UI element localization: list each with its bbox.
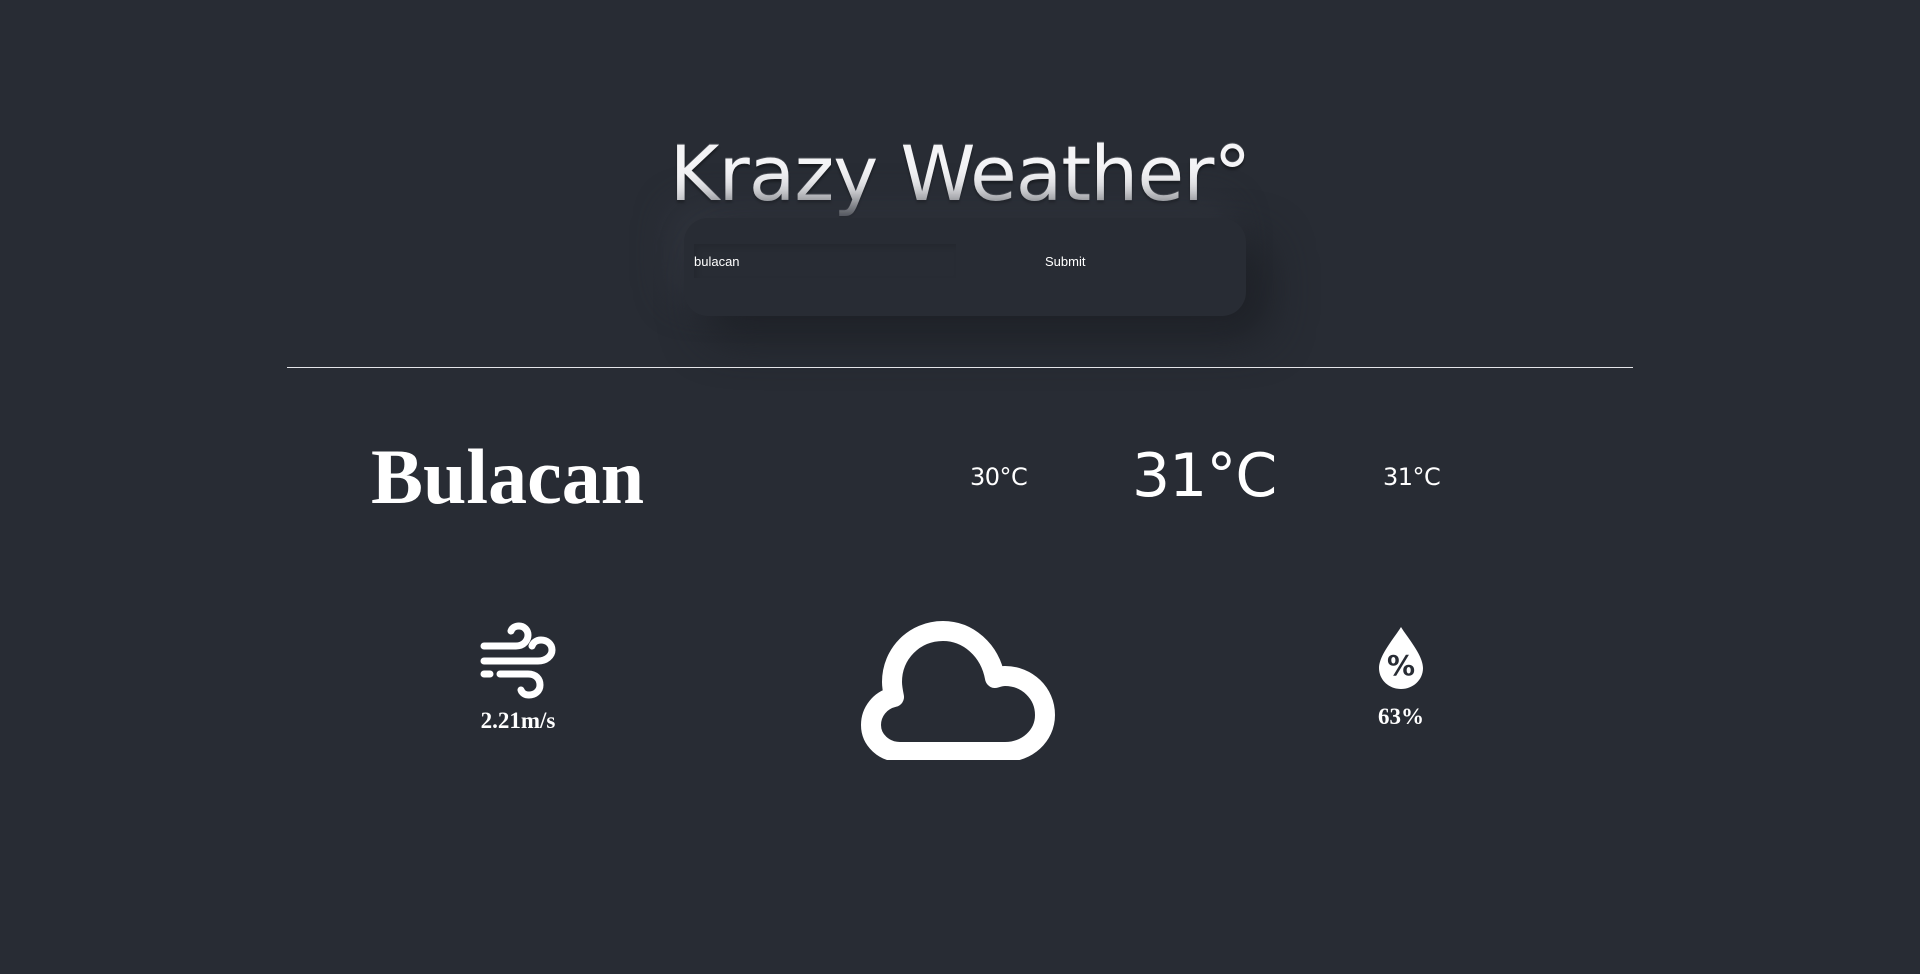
submit-button[interactable]: Submit (974, 244, 1236, 278)
wind-speed-value: 2.21m/s (480, 708, 556, 733)
search-form: Submit (684, 218, 1246, 316)
section-divider (287, 367, 1633, 368)
cloud-icon (861, 621, 1055, 760)
app-title: Krazy Weather° (669, 128, 1252, 218)
wind-icon (480, 622, 556, 699)
temp-min: 30°C (970, 463, 1028, 491)
temp-max: 31°C (1383, 463, 1441, 491)
city-search-input[interactable] (694, 244, 956, 278)
city-name: Bulacan (371, 433, 645, 520)
temp-current: 31°C (1132, 441, 1277, 511)
humidity-block: % 63% (1350, 625, 1452, 730)
humidity-value: 63% (1378, 704, 1424, 729)
wind-block: 2.21m/s (440, 620, 596, 734)
humidity-drop-icon: % (1379, 627, 1423, 689)
svg-text:%: % (1387, 649, 1415, 682)
